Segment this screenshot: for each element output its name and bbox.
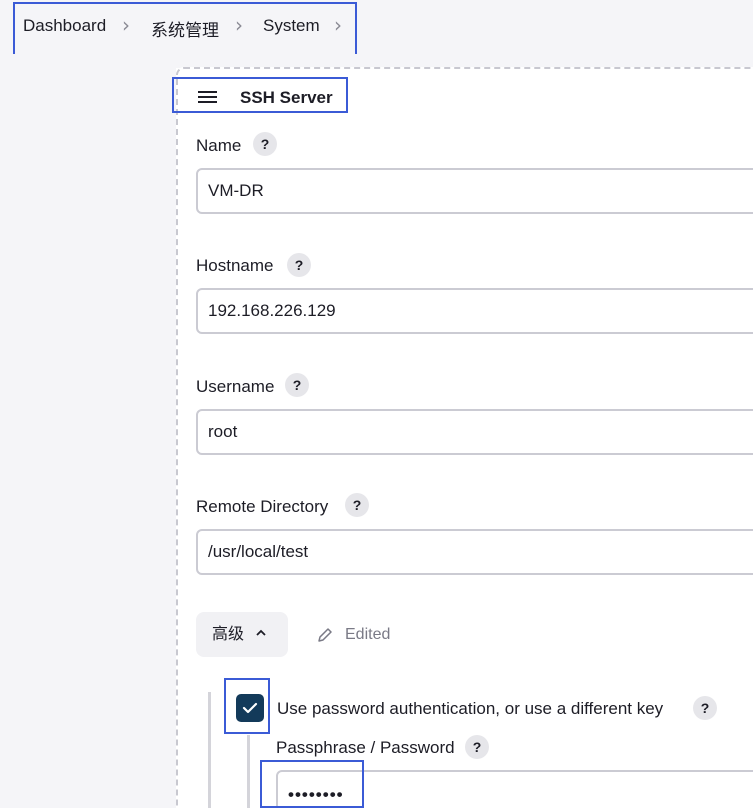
- username-label: Username: [196, 377, 275, 396]
- name-input[interactable]: VM-DR: [196, 168, 753, 214]
- checkbox-highlight: [224, 678, 270, 734]
- passphrase-label: Passphrase / Password: [276, 738, 455, 757]
- hostname-help-icon[interactable]: ?: [287, 253, 311, 277]
- password-auth-label[interactable]: Use password authentication, or use a di…: [277, 699, 663, 719]
- username-help-icon[interactable]: ?: [285, 373, 309, 397]
- name-label: Name: [196, 136, 242, 155]
- chevron-up-icon: [256, 629, 266, 636]
- remote-directory-help-icon[interactable]: ?: [345, 493, 369, 517]
- hostname-label: Hostname: [196, 256, 274, 275]
- left-pane: [0, 54, 176, 808]
- name-help-icon[interactable]: ?: [253, 132, 277, 156]
- section-header-highlight: [172, 77, 348, 113]
- nested-guide-line: [208, 692, 211, 808]
- username-input[interactable]: root: [196, 409, 753, 455]
- top-strip: [176, 54, 753, 68]
- remote-directory-label: Remote Directory: [196, 497, 329, 516]
- remote-directory-input[interactable]: /usr/local/test: [196, 529, 753, 575]
- hostname-input[interactable]: 192.168.226.129: [196, 288, 753, 334]
- pencil-icon: [318, 628, 332, 642]
- edited-indicator: Edited: [345, 626, 391, 643]
- passphrase-highlight: [260, 760, 364, 808]
- nested-guide-line-inner: [247, 735, 250, 808]
- advanced-label: 高级: [212, 626, 245, 643]
- breadcrumb-highlight: [13, 2, 357, 59]
- passphrase-help-icon[interactable]: ?: [465, 735, 489, 759]
- password-auth-help-icon[interactable]: ?: [693, 696, 717, 720]
- advanced-toggle-button[interactable]: 高级: [196, 612, 288, 657]
